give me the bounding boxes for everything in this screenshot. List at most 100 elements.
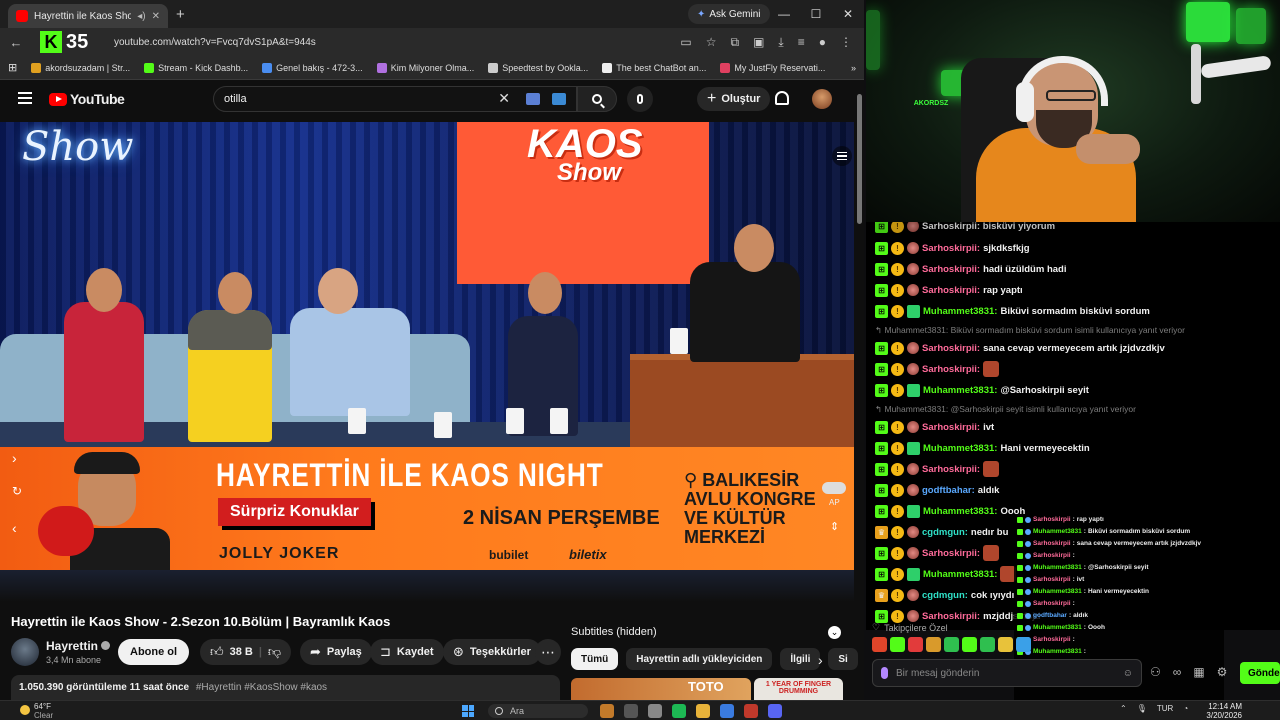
browser-tab-youtube[interactable]: Hayrettin ile Kaos Show - 2 ◂) ✕ (8, 4, 168, 28)
chat-message[interactable]: ⊞! Sarhoskirpii: ivt (875, 419, 994, 435)
taskbar-app-icon[interactable] (624, 704, 638, 718)
search-button[interactable] (577, 86, 617, 112)
chat-username[interactable]: Sarhoskirpii: (922, 264, 980, 275)
emote-icon[interactable] (962, 637, 977, 652)
bookmark-item[interactable]: My JustFly Reservati... (720, 62, 825, 73)
emoji-picker-icon[interactable]: ☺ (1123, 668, 1133, 679)
bookmark-item[interactable]: Stream - Kick Dashb... (144, 62, 248, 73)
save-button[interactable]: ⊐ Kaydet (370, 639, 444, 665)
extensions-icon[interactable]: ⧉ (731, 35, 740, 50)
settings-gear-icon[interactable]: ⚙ (1217, 665, 1228, 679)
taskbar-app-icon[interactable] (600, 704, 614, 718)
chat-message[interactable]: ⊞! Muhammet3831: Hani vermeyecektin (875, 440, 1090, 456)
chat-message[interactable]: ⊞! Sarhoskirpii: sana cevap vermeyecem art… (875, 340, 1165, 356)
bookmarks-overflow-icon[interactable]: » (851, 63, 856, 73)
search-extension-icon[interactable] (552, 93, 566, 105)
emote-icon[interactable] (980, 637, 995, 652)
voice-search-button[interactable] (627, 86, 653, 112)
translate-extension-icon[interactable] (526, 93, 540, 105)
chat-username[interactable]: Sarhoskirpii: (922, 464, 980, 475)
filter-chip[interactable]: Hayrettin adlı yükleyiciden (626, 648, 773, 670)
ad-replay-icon[interactable]: ↻ (12, 484, 22, 498)
sidepanel-icon[interactable]: ▣ (753, 35, 764, 50)
chat-message[interactable]: ⊞! Muhammet3831: Oooh (875, 503, 1025, 519)
chat-username[interactable]: Sarhoskirpii: (922, 611, 980, 622)
chat-message[interactable]: ⊞! Muhammet3831: (875, 566, 1017, 582)
more-actions-button[interactable]: ⋯ (535, 639, 561, 665)
scrollbar-thumb[interactable] (857, 94, 862, 224)
chat-message[interactable]: ⊞! godftbahar: aldık (875, 482, 999, 498)
close-window-icon[interactable]: ✕ (832, 0, 864, 28)
video-player[interactable]: Show KAOS Show HAYRETTİN İLE KAOS NIGHT … (0, 122, 854, 602)
taskbar-app-icon[interactable] (768, 704, 782, 718)
weather-widget[interactable]: 64°F Clear (20, 702, 53, 720)
media-icon[interactable]: ≡ (798, 35, 805, 50)
download-icon[interactable]: ⤓ (778, 35, 783, 50)
related-thumbnail[interactable]: TOTO (571, 678, 751, 700)
chat-message[interactable]: ♛! cgdmgun: cok ıyıydı (875, 587, 1014, 603)
minimize-icon[interactable]: — (768, 0, 800, 28)
thanks-button[interactable]: ⊛ Teşekkürler (443, 639, 541, 665)
taskbar-app-icon[interactable] (696, 704, 710, 718)
emote-icon[interactable] (890, 637, 905, 652)
chat-message[interactable]: ⊞! Sarhoskirpii: (875, 545, 1000, 561)
chat-message[interactable]: ⊞! Muhammet3831: @Sarhoskirpii seyit (875, 382, 1089, 398)
ad-next-arrow-icon[interactable]: › (12, 450, 17, 466)
filter-chip[interactable]: Si (828, 648, 858, 670)
hashtags[interactable]: #Hayrettin #KaosShow #kaos (196, 682, 327, 693)
maximize-icon[interactable]: ☐ (800, 0, 832, 28)
kebab-menu-icon[interactable]: ⋮ (840, 35, 852, 50)
cast-icon[interactable]: ▭ (680, 35, 691, 50)
ask-gemini-button[interactable]: ✦ Ask Gemini (688, 4, 770, 24)
ad-expand-icon[interactable]: ⇕ (830, 520, 839, 533)
emote-icon[interactable] (1016, 637, 1031, 652)
taskbar-app-icon[interactable] (648, 704, 662, 718)
back-arrow-icon[interactable]: ← (8, 35, 24, 50)
tray-chevron-icon[interactable]: ⌃ (1120, 704, 1127, 713)
points-icon[interactable]: ⚇ (1150, 665, 1161, 679)
language-indicator[interactable]: TUR (1157, 704, 1173, 713)
emote-icon[interactable] (908, 637, 923, 652)
tab-close-icon[interactable]: ✕ (152, 11, 160, 22)
chat-username[interactable]: Sarhoskirpii: (922, 285, 980, 296)
bookmark-item[interactable]: Speedtest by Ookla... (488, 62, 588, 73)
taskbar-app-icon[interactable] (672, 704, 686, 718)
thumbs-down-icon[interactable]: 👎︎ (268, 644, 281, 660)
chat-message[interactable]: ⊞! Sarhoskirpii: sjkdksfkjg (875, 240, 1030, 256)
chevron-down-icon[interactable]: ⌄ (828, 625, 841, 639)
youtube-logo[interactable]: YouTube (49, 91, 125, 107)
bookmark-item[interactable]: akordsuzadam | Str... (31, 62, 130, 73)
chips-next-icon[interactable]: › (818, 652, 823, 668)
chat-username[interactable]: cgdmgun: (922, 527, 968, 538)
subtitles-header[interactable]: Subtitles (hidden) ⌄ (571, 621, 841, 643)
related-thumbnail[interactable]: 1 YEAR OF FINGER DRUMMING (754, 678, 843, 700)
chat-message[interactable]: ⊞! Sarhoskirpii: rap yaptı (875, 282, 1023, 298)
chat-settings-icon[interactable]: ♡ (872, 622, 880, 633)
filter-chip[interactable]: İlgili (780, 648, 821, 670)
bookmark-star-icon[interactable]: ☆ (706, 35, 717, 50)
chat-username[interactable]: Muhammet3831: (923, 443, 997, 454)
chat-message-input[interactable]: Bir mesaj gönderin ☺ (872, 659, 1142, 687)
chat-username[interactable]: Muhammet3831: (923, 506, 997, 517)
chat-message[interactable]: ⊞! Sarhoskirpii: (875, 461, 1000, 477)
chat-username[interactable]: Sarhoskirpii: (922, 422, 980, 433)
chat-username[interactable]: Muhammet3831: (923, 385, 997, 396)
chat-username[interactable]: Sarhoskirpii: (922, 364, 980, 375)
taskbar-search[interactable]: Ara (488, 704, 588, 718)
chat-username[interactable]: cgdmgun: (922, 590, 968, 601)
like-count[interactable]: 38 B (230, 646, 253, 658)
new-tab-button[interactable]: + (176, 6, 185, 23)
wifi-icon[interactable]: ◔ (1183, 704, 1188, 713)
emote-icon[interactable] (872, 637, 887, 652)
page-scrollbar[interactable] (856, 86, 863, 700)
taskbar-app-icon[interactable] (720, 704, 734, 718)
calendar-icon[interactable]: ▦ (1193, 665, 1204, 679)
chat-username[interactable]: Sarhoskirpii: (922, 548, 980, 559)
chat-username[interactable]: Muhammet3831: (923, 569, 997, 580)
description-box[interactable]: 1.050.390 görüntüleme 11 saat önce #Hayr… (11, 675, 560, 700)
subscribe-button[interactable]: Abone ol (118, 639, 190, 665)
url-field[interactable]: youtube.com/watch?v=Fvcq7dvS1pA&t=944s (114, 37, 672, 48)
apps-grid-icon[interactable]: ⊞ (8, 61, 17, 74)
emote-icon[interactable] (926, 637, 941, 652)
chat-message[interactable]: ⊞! Sarhoskirpii: hadi üzüldüm hadi (875, 261, 1066, 277)
